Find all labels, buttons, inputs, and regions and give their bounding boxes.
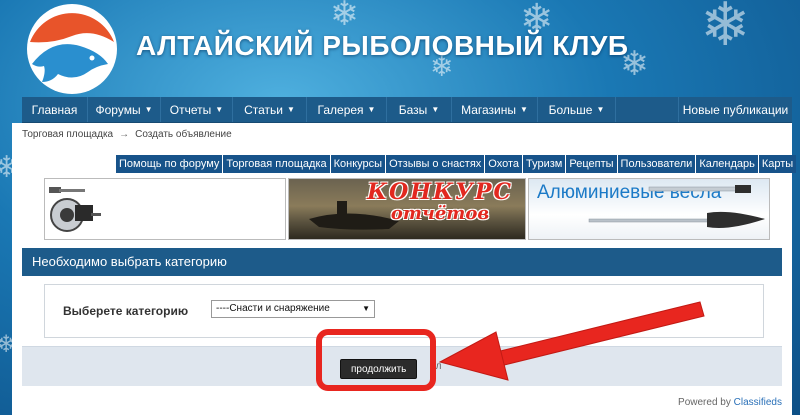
powered-prefix: Powered by [678,397,731,408]
nav-label: Форумы [95,102,141,117]
nav-label: Отчеты [169,102,212,117]
breadcrumb: Торговая площадка → Создать объявление [22,129,232,140]
caret-down-icon: ▼ [367,105,376,114]
fishing-reel-icon [49,187,101,232]
contest-text: КОНКУРС отчётов [367,181,513,225]
nav-label: Новые публикации [682,102,789,117]
nav-label: Базы [398,102,428,117]
oars-icon [588,185,765,228]
banner-oars[interactable]: Алюминиевые весла [528,178,770,240]
contest-title: КОНКУРС [367,179,513,205]
topic-link[interactable]: Календарь [695,155,758,173]
powered-link[interactable]: Classifieds [734,397,782,408]
caret-down-icon: ▼ [520,105,528,114]
caret-down-icon: ▼ [431,105,440,114]
breadcrumb-arrow-icon: → [119,129,130,140]
nav-more[interactable]: Больше ▼ [538,97,616,122]
caret-down-icon: ▼ [286,105,295,114]
panel-title: Необходимо выбрать категорию [22,248,782,276]
nav-label: Больше [548,102,593,117]
banner-contest[interactable]: КОНКУРС отчётов [288,178,526,240]
site-title[interactable]: АЛТАЙСКИЙ РЫБОЛОВНЫЙ КЛУБ [136,30,629,62]
contest-subtitle: отчётов [390,203,490,224]
fish-logo-icon [27,4,117,94]
nav-label: Статьи [244,102,283,117]
banner-fishing-reel[interactable] [44,178,286,240]
category-label: Выберете категорию [63,304,189,318]
select-arrow-icon: ▼ [362,304,370,313]
topic-link[interactable]: Торговая площадка [222,155,329,173]
topic-link[interactable]: Рецепты [565,155,616,173]
topic-link[interactable]: Помощь по форуму [116,155,222,173]
topic-link[interactable]: Охота [484,155,522,173]
main-nav: Главная Форумы ▼ Отчеты ▼ Статьи ▼ Галерея ▼… [22,97,792,123]
nav-new-posts[interactable]: Новые публикации [678,97,792,122]
caret-down-icon: ▼ [144,105,153,114]
nav-gallery[interactable]: Галерея ▼ [307,97,387,122]
nav-reports[interactable]: Отчеты ▼ [161,97,233,122]
breadcrumb-current: Создать объявление [135,129,232,140]
nav-label: Магазины [461,102,516,117]
nav-forums[interactable]: Форумы ▼ [88,97,161,122]
nav-bases[interactable]: Базы ▼ [387,97,452,122]
caret-down-icon: ▼ [596,105,605,114]
caret-down-icon: ▼ [215,105,224,114]
snowflake-icon: ❄ [700,0,751,60]
topic-link[interactable]: Конкурсы [329,155,385,173]
topic-link[interactable]: Пользователи [616,155,696,173]
red-arrow-icon [438,301,705,381]
nav-shops[interactable]: Магазины ▼ [452,97,538,122]
nav-label: Галерея [317,102,364,117]
site-logo[interactable] [22,2,122,96]
snowflake-icon: ❄ [330,0,359,34]
breadcrumb-parent[interactable]: Торговая площадка [22,129,113,140]
topic-link[interactable]: Отзывы о снастях [385,155,484,173]
topic-bar: Помощь по форуму Торговая площадка Конку… [116,155,797,173]
topic-link[interactable]: Туризм [522,155,565,173]
category-select[interactable]: ----Снасти и снаряжение ▼ [211,300,375,318]
nav-articles[interactable]: Статьи ▼ [233,97,307,122]
nav-label: Главная [31,102,78,117]
category-select-value: ----Снасти и снаряжение [216,303,330,314]
banner-row: КОНКУРС отчётов Алюминиевые весла [44,178,770,240]
powered-by: Powered by Classifieds [678,397,782,408]
nav-home[interactable]: Главная [22,97,88,122]
topic-link[interactable]: Карты [757,155,796,173]
